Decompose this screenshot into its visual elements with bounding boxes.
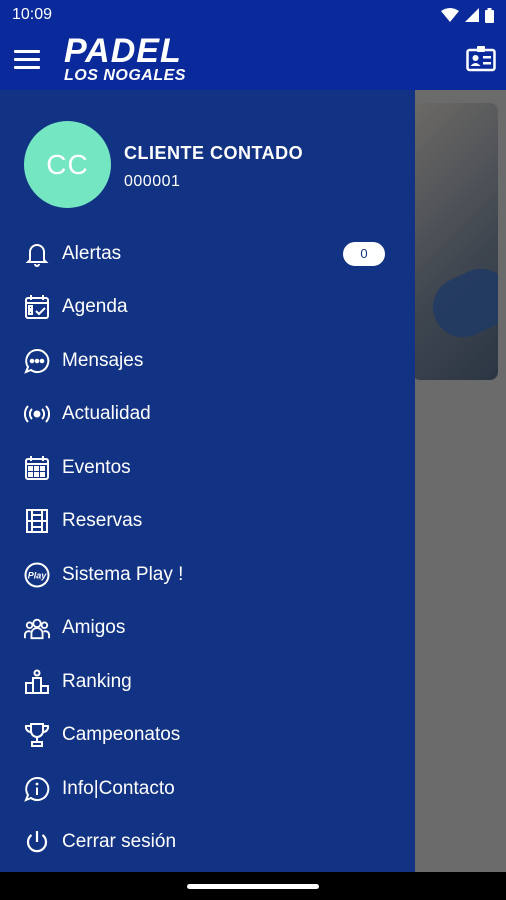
menu-item-mensajes[interactable]: Mensajes — [0, 334, 415, 388]
menu-label: Info|Contacto — [62, 777, 175, 799]
menu-label: Mensajes — [62, 349, 144, 371]
menu-label: Eventos — [62, 456, 131, 478]
menu-item-cerrar-sesion[interactable]: Cerrar sesión — [0, 816, 415, 870]
broadcast-icon — [24, 401, 50, 427]
menu-item-info-contacto[interactable]: Info|Contacto — [0, 762, 415, 816]
menu-label: Ranking — [62, 670, 132, 692]
system-nav-bar — [0, 872, 506, 900]
menu-icon[interactable] — [14, 50, 40, 70]
podium-icon — [24, 669, 50, 695]
menu-item-reservas[interactable]: Reservas — [0, 495, 415, 549]
alert-count-badge: 0 — [343, 241, 385, 266]
status-icons — [441, 7, 494, 23]
app-bar: PADEL LOS NOGALES — [0, 30, 506, 90]
status-time: 10:09 — [12, 6, 53, 23]
play-icon: Play — [24, 562, 50, 588]
drawer-menu: Alertas 0 Agenda Mensajes Actualidad Eve… — [0, 227, 415, 869]
menu-label: Campeonatos — [62, 724, 181, 746]
menu-label: Alertas — [62, 242, 122, 264]
wifi-icon — [441, 8, 459, 22]
menu-item-amigos[interactable]: Amigos — [0, 602, 415, 656]
menu-label: Amigos — [62, 617, 126, 639]
home-gesture-handle[interactable] — [187, 884, 319, 889]
battery-icon — [485, 7, 494, 23]
menu-item-eventos[interactable]: Eventos — [0, 441, 415, 495]
info-bubble-icon — [24, 776, 50, 802]
logo-line2: LOS NOGALES — [64, 67, 186, 84]
signal-icon — [465, 8, 479, 22]
profile-header[interactable]: CC CLIENTE CONTADO 000001 — [24, 121, 404, 211]
calendar-grid-icon — [24, 455, 50, 481]
menu-label: Actualidad — [62, 403, 151, 425]
svg-text:Play: Play — [28, 570, 48, 580]
power-icon — [24, 829, 50, 855]
navigation-drawer: CC CLIENTE CONTADO 000001 Alertas 0 Agen… — [0, 90, 415, 872]
status-bar: 10:09 — [0, 0, 506, 30]
app-logo: PADEL LOS NOGALES — [64, 34, 186, 84]
menu-label: Sistema Play ! — [62, 563, 184, 585]
calendar-check-icon — [24, 294, 50, 320]
menu-item-agenda[interactable]: Agenda — [0, 281, 415, 335]
menu-item-sistema-play[interactable]: Play Sistema Play ! — [0, 548, 415, 602]
trophy-icon — [24, 722, 50, 748]
menu-label: Cerrar sesión — [62, 831, 177, 853]
background-card — [412, 103, 498, 380]
menu-label: Reservas — [62, 510, 143, 532]
id-card-icon[interactable] — [466, 46, 496, 72]
profile-name: CLIENTE CONTADO — [124, 143, 304, 163]
menu-label: Agenda — [62, 296, 128, 318]
menu-item-campeonatos[interactable]: Campeonatos — [0, 709, 415, 763]
profile-id: 000001 — [124, 173, 181, 190]
menu-item-ranking[interactable]: Ranking — [0, 655, 415, 709]
avatar: CC — [24, 121, 111, 208]
menu-item-alertas[interactable]: Alertas 0 — [0, 227, 415, 281]
menu-item-actualidad[interactable]: Actualidad — [0, 388, 415, 442]
friends-icon — [24, 615, 50, 641]
logo-line1: PADEL — [64, 32, 182, 70]
bell-icon — [24, 241, 50, 267]
court-icon — [24, 508, 50, 534]
chat-bubble-icon — [24, 348, 50, 374]
